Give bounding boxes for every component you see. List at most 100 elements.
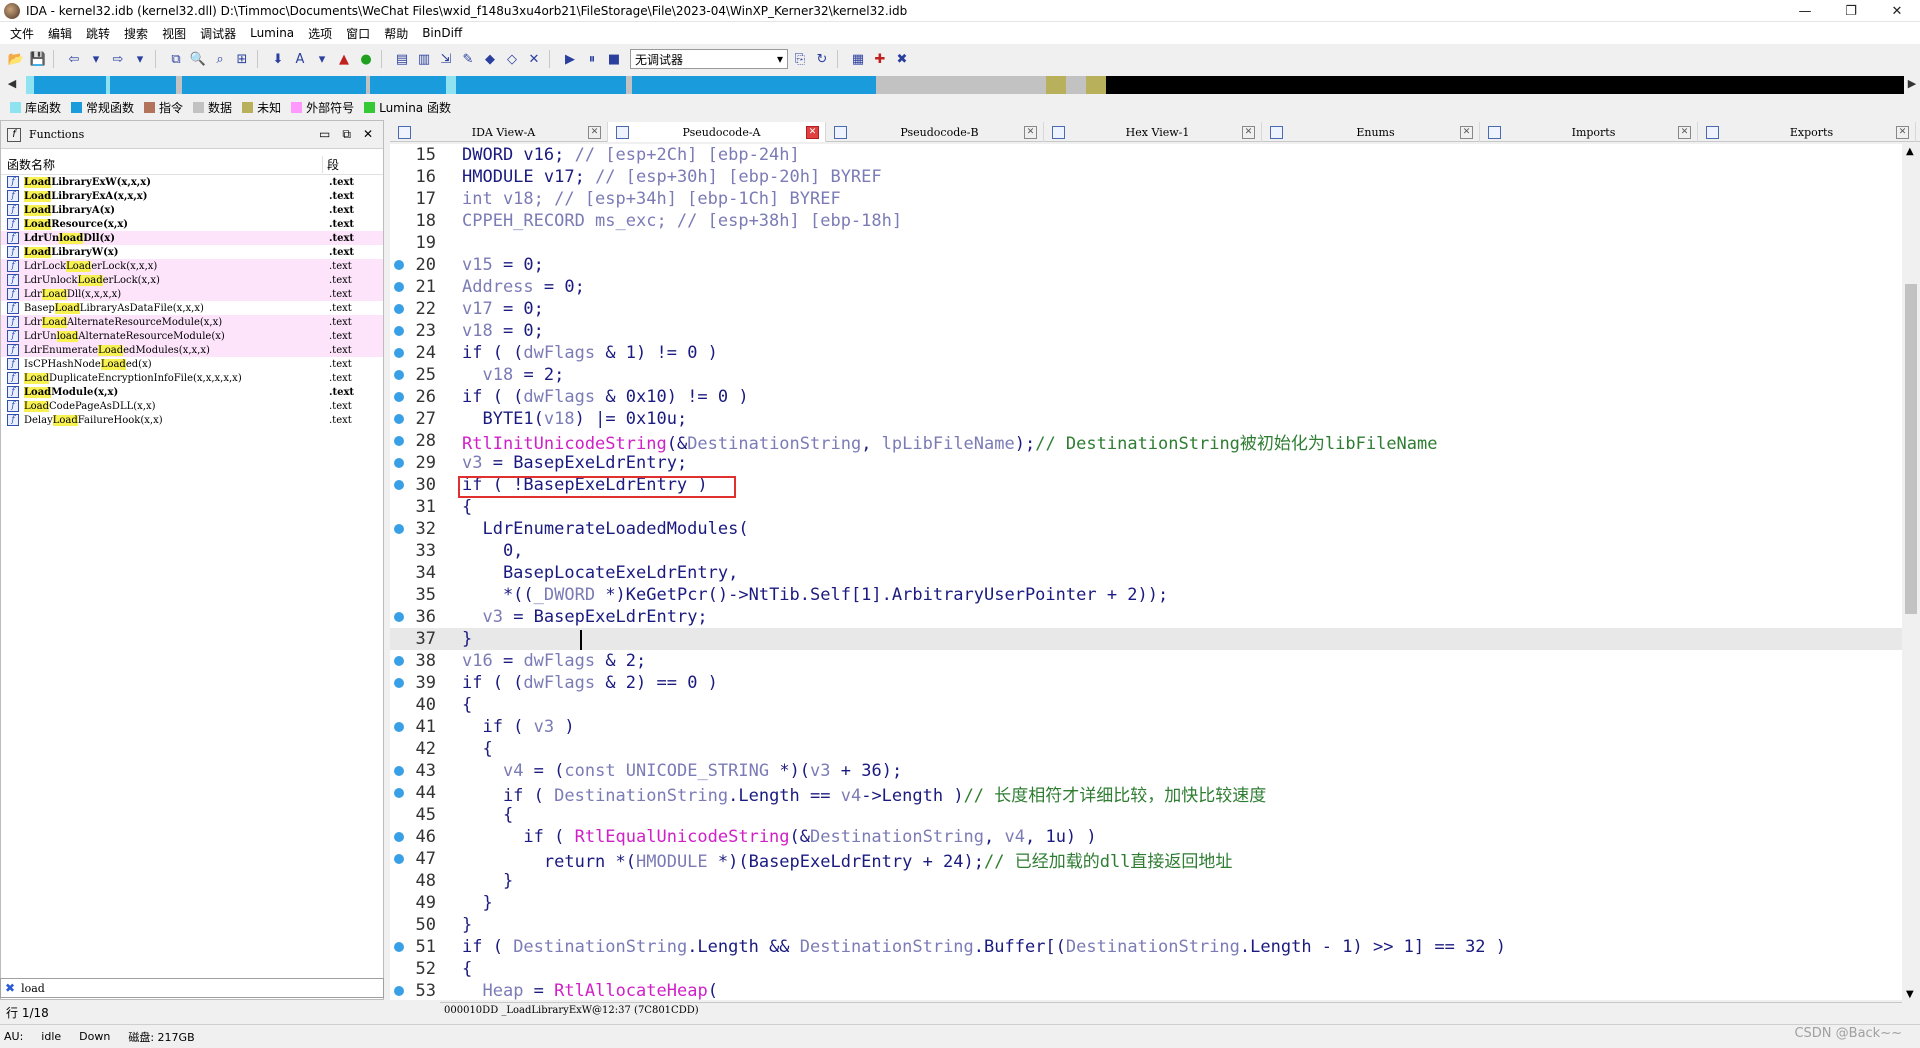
code-line[interactable]: 33 0,: [390, 540, 1902, 562]
green-circle-icon[interactable]: ●: [356, 49, 376, 69]
code-line[interactable]: 40 {: [390, 694, 1902, 716]
menu-file[interactable]: 文件: [4, 25, 42, 42]
tab-close-icon[interactable]: ✕: [588, 125, 601, 139]
filter-input[interactable]: load: [21, 982, 45, 995]
panel-close-icon[interactable]: ✕: [363, 127, 373, 142]
code-vscrollbar[interactable]: ▲ ▼: [1902, 144, 1920, 1004]
forward-icon[interactable]: ⇨: [108, 49, 128, 69]
nav-right-arrow[interactable]: ▶: [1906, 77, 1918, 93]
code-line[interactable]: 38 v16 = dwFlags & 2;: [390, 650, 1902, 672]
code-line[interactable]: 28 RtlInitUnicodeString(&DestinationStrin…: [390, 430, 1902, 454]
struct-icon[interactable]: ▤: [392, 49, 412, 69]
menu-help[interactable]: 帮助: [378, 25, 416, 42]
navigation-band[interactable]: ◀ ▶: [0, 74, 1920, 96]
code-line[interactable]: 30 if ( !BasepExeLdrEntry ): [390, 474, 1902, 496]
tab-close-icon[interactable]: ✕: [1678, 125, 1691, 139]
function-row[interactable]: f LoadCodePageAsDLL(x,x) .text: [1, 399, 383, 413]
jump-down-icon[interactable]: ⬇: [268, 49, 288, 69]
code-line[interactable]: 41 if ( v3 ): [390, 716, 1902, 738]
tab-exports[interactable]: Exports ✕: [1698, 122, 1916, 142]
code-line[interactable]: 23 v18 = 0;: [390, 320, 1902, 342]
tab-close-icon[interactable]: ✕: [1024, 125, 1037, 139]
code-line[interactable]: 32 LdrEnumerateLoadedModules(: [390, 518, 1902, 540]
code-line[interactable]: 15 DWORD v16; // [esp+2Ch] [ebp-24h]: [390, 144, 1902, 166]
attach-icon[interactable]: ⎘: [790, 49, 810, 69]
scroll-up-icon[interactable]: ▲: [1906, 146, 1914, 157]
functions-filter[interactable]: ✖ load: [0, 978, 384, 998]
tab-ida-view-a[interactable]: IDA View-A ✕: [390, 122, 608, 142]
code-line[interactable]: 34 BasepLocateExeLdrEntry,: [390, 562, 1902, 584]
function-row[interactable]: f LoadDuplicateEncryptionInfoFile(x,x,x,x…: [1, 371, 383, 385]
tab-imports[interactable]: Imports ✕: [1480, 122, 1698, 142]
clear-filter-icon[interactable]: ✖: [5, 981, 15, 995]
menu-view[interactable]: 视图: [156, 25, 194, 42]
menu-bindiff[interactable]: BinDiff: [416, 26, 470, 40]
function-row[interactable]: f LdrUnloadDll(x) .text: [1, 231, 383, 245]
code-line[interactable]: 47 return *(HMODULE *)(BasepExeLdrEntry …: [390, 848, 1902, 872]
close-window-button[interactable]: ✕: [1874, 0, 1920, 22]
chevron-down-icon[interactable]: ▾: [312, 49, 332, 69]
graph-icon[interactable]: ⇲: [436, 49, 456, 69]
code-line[interactable]: 48 }: [390, 870, 1902, 892]
code-line[interactable]: 18 CPPEH_RECORD ms_exc; // [esp+38h] [ebp…: [390, 210, 1902, 232]
column-header-name[interactable]: 函数名称: [1, 156, 323, 173]
pseudocode-view[interactable]: 15 DWORD v16; // [esp+2Ch] [ebp-24h] 16 HMO…: [390, 144, 1902, 1000]
code-line[interactable]: 52 {: [390, 958, 1902, 980]
menu-debugger[interactable]: 调试器: [194, 25, 244, 42]
patch-icon[interactable]: ✎: [458, 49, 478, 69]
function-row[interactable]: f LoadLibraryW(x) .text: [1, 245, 383, 259]
code-line[interactable]: 24 if ( (dwFlags & 1) != 0 ): [390, 342, 1902, 364]
maximize-button[interactable]: ❐: [1828, 0, 1874, 22]
function-row[interactable]: f LoadResource(x,x) .text: [1, 217, 383, 231]
warning-icon[interactable]: ▲: [334, 49, 354, 69]
menu-jump[interactable]: 跳转: [80, 25, 118, 42]
function-row[interactable]: f DelayLoadFailureHook(x,x) .text: [1, 413, 383, 427]
enum-icon[interactable]: ▥: [414, 49, 434, 69]
tab-close-icon[interactable]: ✕: [806, 125, 819, 139]
trace-icon[interactable]: ◇: [502, 49, 522, 69]
code-line[interactable]: 17 int v18; // [esp+34h] [ebp-1Ch] BYREF: [390, 188, 1902, 210]
tab-close-icon[interactable]: ✕: [1896, 125, 1909, 139]
code-line[interactable]: 26 if ( (dwFlags & 0x10) != 0 ): [390, 386, 1902, 408]
pause-icon[interactable]: ⏸: [582, 49, 602, 69]
code-line[interactable]: 36 v3 = BasepExeLdrEntry;: [390, 606, 1902, 628]
breakpoint-icon[interactable]: ◆: [480, 49, 500, 69]
code-line[interactable]: 39 if ( (dwFlags & 2) == 0 ): [390, 672, 1902, 694]
minimize-button[interactable]: —: [1782, 0, 1828, 22]
code-line[interactable]: 49 }: [390, 892, 1902, 914]
scrollbar-thumb[interactable]: [1905, 284, 1917, 614]
code-line[interactable]: 22 v17 = 0;: [390, 298, 1902, 320]
function-row[interactable]: f LdrUnlockLoaderLock(x,x) .text: [1, 273, 383, 287]
function-row[interactable]: f LdrLoadAlternateResourceModule(x,x) .tex…: [1, 315, 383, 329]
close-icon[interactable]: ✕: [524, 49, 544, 69]
code-line[interactable]: 37}: [390, 628, 1902, 650]
navigation-strip[interactable]: [26, 76, 1904, 94]
code-line[interactable]: 51 if ( DestinationString.Length && Desti…: [390, 936, 1902, 958]
chevron-down-icon[interactable]: ▾: [86, 49, 106, 69]
function-row[interactable]: f LdrUnloadAlternateResourceModule(x) .tex…: [1, 329, 383, 343]
tab-close-icon[interactable]: ✕: [1242, 125, 1255, 139]
tab-pseudocode-a[interactable]: Pseudocode-A ✕: [608, 122, 826, 142]
code-line[interactable]: 35 *((_DWORD *)KeGetPcr()->NtTib.Self[1]…: [390, 584, 1902, 606]
menu-search[interactable]: 搜索: [118, 25, 156, 42]
back-icon[interactable]: ⇦: [64, 49, 84, 69]
code-line[interactable]: 21 Address = 0;: [390, 276, 1902, 298]
stop-icon[interactable]: ■: [604, 49, 624, 69]
function-row[interactable]: f IsCPHashNodeLoaded(x) .text: [1, 357, 383, 371]
save-icon[interactable]: 💾: [28, 49, 48, 69]
refresh-icon[interactable]: ↻: [812, 49, 832, 69]
binary-search-icon[interactable]: ⊞: [232, 49, 252, 69]
code-line[interactable]: 29 v3 = BasepExeLdrEntry;: [390, 452, 1902, 474]
code-line[interactable]: 20 v15 = 0;: [390, 254, 1902, 276]
code-line[interactable]: 25 v18 = 2;: [390, 364, 1902, 386]
search-text-icon[interactable]: ⌕: [210, 49, 230, 69]
function-row[interactable]: f LdrLockLoaderLock(x,x,x) .text: [1, 259, 383, 273]
code-line[interactable]: 31 {: [390, 496, 1902, 518]
code-line[interactable]: 19: [390, 232, 1902, 254]
chevron-down-icon[interactable]: ▾: [130, 49, 150, 69]
add-breakpoint-icon[interactable]: ✚: [870, 49, 890, 69]
tab-close-icon[interactable]: ✕: [1460, 125, 1473, 139]
open-icon[interactable]: 📂: [6, 49, 26, 69]
debugger-select[interactable]: 无调试器 ▾: [630, 49, 788, 69]
panel-minimize-icon[interactable]: ▭: [319, 127, 330, 142]
